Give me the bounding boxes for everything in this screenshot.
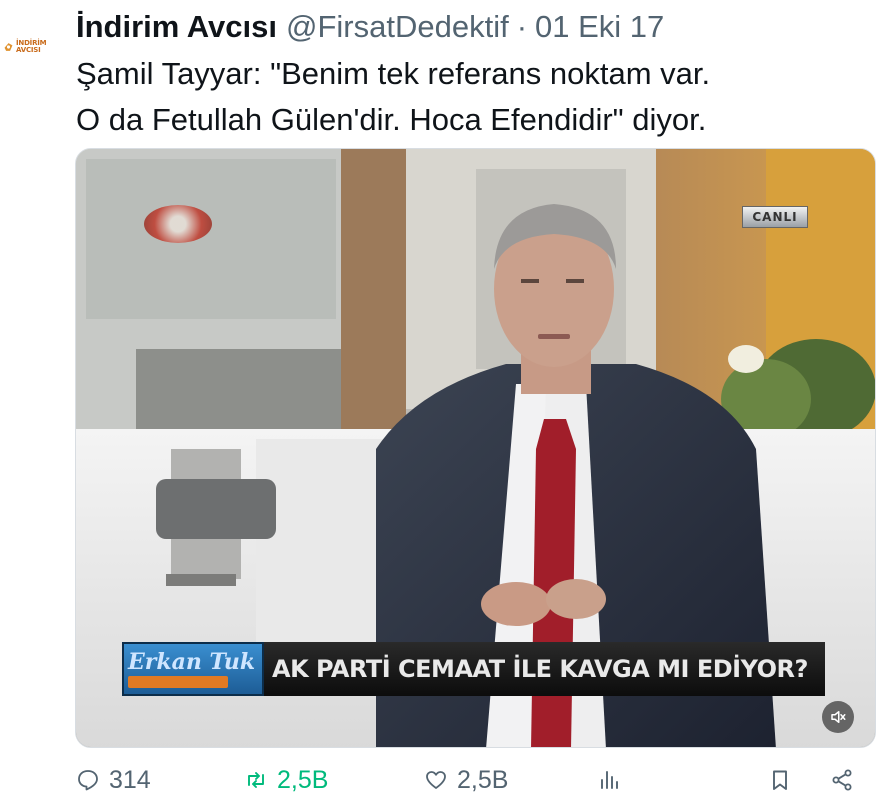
heart-icon	[426, 771, 446, 789]
views-icon	[601, 771, 618, 789]
separator-dot: ·	[516, 9, 528, 44]
tweet-text-line-1: Şamil Tayyar: "Benim tek referans noktam…	[76, 56, 711, 91]
channel-logo	[144, 205, 212, 243]
video-player[interactable]: CANLI Erkan Tuk AK PARTİ CEMAAT İLE KAVG…	[75, 148, 876, 748]
retweet-button[interactable]: 2,5B	[244, 762, 328, 798]
avatar[interactable]: İNDİRİM AVCISI	[3, 32, 61, 62]
share-icon	[832, 769, 852, 791]
show-name: Erkan Tuk	[128, 649, 256, 675]
tweet-date[interactable]: 01 Eki 17	[535, 6, 664, 48]
bookmark-icon	[773, 770, 787, 790]
reply-icon	[78, 770, 98, 791]
reply-button[interactable]: 314	[76, 762, 151, 798]
like-button[interactable]: 2,5B	[424, 762, 508, 798]
tweet-actions: 314 2,5B 2,5B	[76, 762, 876, 798]
lower-third-banner: Erkan Tuk AK PARTİ CEMAAT İLE KAVGA MI E…	[122, 642, 825, 696]
retweet-count: 2,5B	[277, 765, 329, 794]
tweet-text: Şamil Tayyar: "Benim tek referans noktam…	[76, 51, 876, 143]
views-button[interactable]	[597, 762, 621, 798]
show-tag: Erkan Tuk	[122, 642, 264, 696]
show-subtitle-bar	[128, 676, 228, 688]
speaker-muted-icon	[831, 711, 846, 723]
author-handle[interactable]: @FirsatDedektif	[286, 6, 509, 48]
retweet-icon	[248, 772, 264, 788]
logo-mark-icon	[4, 43, 13, 51]
like-count: 2,5B	[457, 765, 509, 794]
share-button[interactable]	[830, 762, 854, 798]
live-badge: CANLI	[742, 206, 808, 228]
news-headline: AK PARTİ CEMAAT İLE KAVGA MI EDİYOR?	[264, 642, 825, 696]
tweet-text-line-2: O da Fetullah Gülen'dir. Hoca Efendidir"…	[76, 102, 707, 137]
tweet-header: İndirim Avcısı @FirsatDedektif · 01 Eki …	[76, 6, 664, 48]
reply-count: 314	[109, 765, 151, 794]
author-name[interactable]: İndirim Avcısı	[76, 6, 277, 48]
avatar-logo-text: İNDİRİM AVCISI	[16, 39, 47, 54]
mute-button[interactable]	[822, 701, 854, 733]
bookmark-button[interactable]	[768, 762, 792, 798]
